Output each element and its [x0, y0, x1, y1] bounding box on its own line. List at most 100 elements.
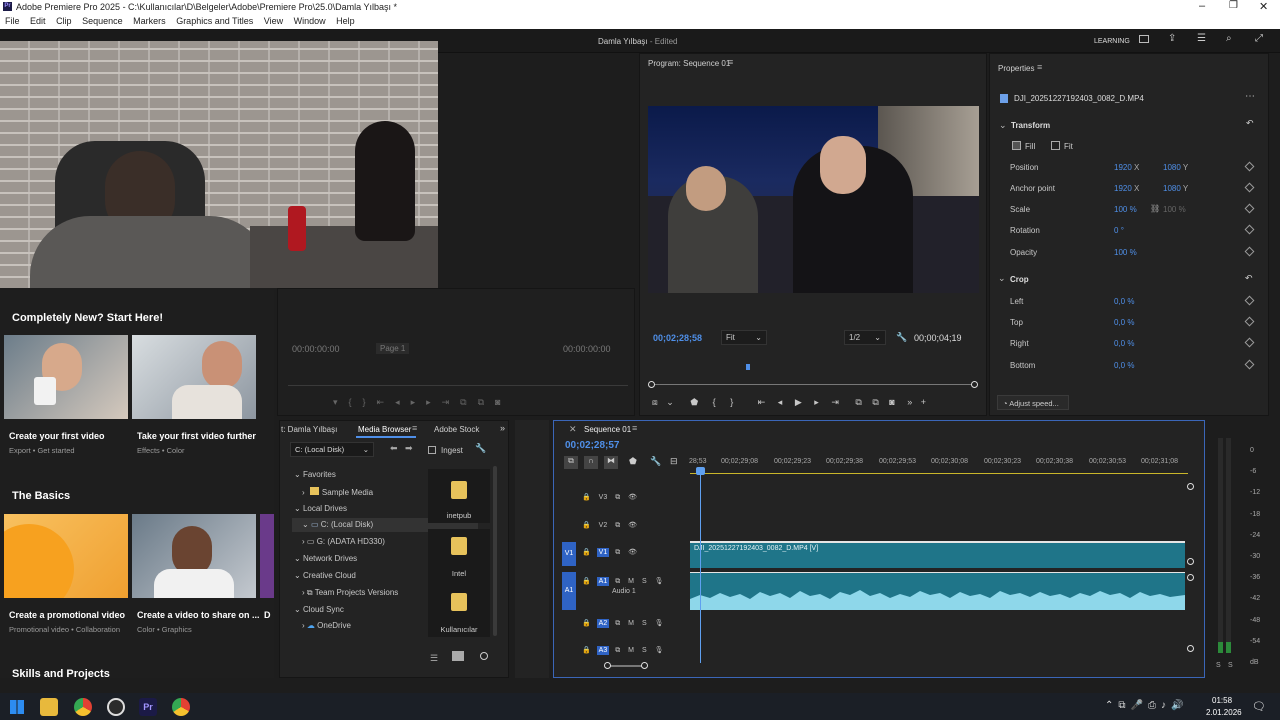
premiere-taskbar-icon[interactable]: Pr	[139, 698, 157, 716]
properties-menu-icon[interactable]: ≡	[1037, 62, 1042, 72]
close-tab-icon[interactable]: ✕	[569, 424, 577, 435]
folder-inetpub[interactable]: inetpub	[428, 469, 490, 523]
forward-icon[interactable]: ➡	[405, 443, 413, 454]
menu-graphics[interactable]: Graphics and Titles	[176, 16, 253, 26]
program-timecode[interactable]: 00;02;28;58	[653, 333, 702, 343]
quality-dropdown[interactable]: 1/2 ⌄	[844, 330, 886, 345]
eye-icon[interactable]: 👁	[628, 494, 637, 501]
crop-bottom-value[interactable]: 0,0 %	[1114, 361, 1134, 370]
step-forward-icon[interactable]: ▸	[814, 397, 819, 407]
source-scrubber[interactable]	[288, 385, 628, 386]
nest-icon[interactable]: ⧉	[564, 456, 578, 469]
add-marker-icon[interactable]: ⬟	[690, 397, 698, 407]
menu-markers[interactable]: Markers	[133, 16, 166, 26]
captions-icon[interactable]: ⊟	[670, 456, 678, 467]
mute-button[interactable]: M	[628, 578, 634, 585]
add-button-icon[interactable]: +	[921, 397, 926, 407]
horizontal-zoom-bar[interactable]	[608, 665, 644, 667]
list-view-icon[interactable]: ☰	[430, 653, 438, 664]
keyframe-icon[interactable]	[1244, 316, 1255, 327]
rotation-value[interactable]: 0 °	[1114, 226, 1124, 235]
tree-item-team-projects[interactable]: › ⧉ Team Projects Versions	[302, 588, 398, 598]
track-target-a3[interactable]: A3	[596, 646, 610, 655]
workspace-learning[interactable]: LEARNING	[1094, 38, 1130, 45]
keyframe-icon[interactable]	[1244, 359, 1255, 370]
scrubber-start[interactable]	[648, 381, 655, 388]
file-explorer-icon[interactable]	[40, 698, 58, 716]
card-title-partial[interactable]: D	[264, 610, 271, 620]
go-to-out-icon[interactable]: ⇥	[831, 397, 839, 407]
adjust-speed-button[interactable]: ◔ Adjust speed...	[997, 395, 1069, 410]
settings-chevron-icon[interactable]: ⌄	[666, 397, 674, 407]
program-header[interactable]: Program: Sequence 01	[648, 59, 730, 68]
folder-kullanicilar[interactable]: Kullanıcılar	[428, 583, 490, 637]
scrubber-end[interactable]	[971, 381, 978, 388]
clip-more-icon[interactable]: ⋯	[1245, 91, 1255, 102]
card-title-promo[interactable]: Create a promotional video	[9, 610, 125, 620]
menu-file[interactable]: File	[5, 16, 20, 26]
fit-icon[interactable]	[1051, 141, 1060, 150]
menu-clip[interactable]: Clip	[56, 16, 72, 26]
obs-icon[interactable]	[107, 698, 125, 716]
mark-out-icon[interactable]: }	[730, 397, 733, 407]
mark-in-icon[interactable]: {	[713, 397, 716, 407]
step-back-icon[interactable]: ◂	[778, 397, 783, 407]
track-target-a2[interactable]: A2	[596, 619, 610, 628]
solo-button[interactable]: S	[642, 620, 647, 627]
zoom-handle-right[interactable]	[641, 662, 648, 669]
lock-icon[interactable]: 🔒	[582, 522, 591, 529]
position-x[interactable]: 1920 X	[1114, 163, 1139, 172]
lock-icon[interactable]: 🔒	[582, 549, 591, 556]
card-thumb-promo[interactable]	[4, 514, 128, 598]
linked-selection-icon[interactable]: ⧓	[604, 456, 618, 469]
chrome-2-icon[interactable]	[172, 698, 190, 716]
keyframe-icon[interactable]	[1244, 246, 1255, 257]
zoom-slider-handle[interactable]	[480, 652, 488, 660]
go-to-in-icon[interactable]: ⇤	[758, 397, 766, 407]
sequence-menu-icon[interactable]: ≡	[632, 423, 637, 433]
tab-menu-icon[interactable]: ≡	[412, 423, 417, 433]
card-thumb-further[interactable]	[132, 335, 256, 419]
source-patch-a1[interactable]: A1	[562, 572, 576, 610]
tree-item-creative-cloud[interactable]: ⌄ Creative Cloud	[294, 571, 356, 580]
windows-start-icon[interactable]	[10, 700, 24, 714]
reset-crop-icon[interactable]: ↶	[1245, 273, 1253, 284]
program-scrubber[interactable]	[652, 384, 976, 385]
video-clip[interactable]: DJI_20251227192403_0082_D.MP4 [V]	[690, 541, 1185, 568]
sync-icon[interactable]: ⧉	[615, 578, 620, 585]
solo-button[interactable]: S	[642, 647, 647, 654]
sync-icon[interactable]: ⧉	[615, 620, 620, 627]
anchor-x[interactable]: 1920 X	[1114, 184, 1139, 193]
tray-icons[interactable]: ⌃⧉🎤⎙♪🔊	[1105, 700, 1188, 711]
menu-sequence[interactable]: Sequence	[82, 16, 123, 26]
timeline-ruler[interactable]: 28;53 00;02;29;08 00;02;29;23 00;02;29;3…	[689, 458, 1189, 472]
solo-left-button[interactable]: S	[1216, 662, 1221, 669]
solo-button[interactable]: S	[642, 578, 647, 585]
add-marker-icon[interactable]: ⬟	[629, 456, 637, 467]
track-target-v1[interactable]: V1	[596, 548, 610, 557]
timeline-timecode[interactable]: 00;02;28;57	[565, 440, 619, 451]
fit-dropdown[interactable]: Fit ⌄	[721, 330, 767, 345]
keyframe-icon[interactable]	[1244, 161, 1255, 172]
wrench-icon[interactable]: 🔧	[896, 332, 907, 343]
location-dropdown[interactable]: C: (Local Disk) ⌄	[290, 442, 374, 457]
menu-edit[interactable]: Edit	[30, 16, 46, 26]
scale-value[interactable]: 100 %	[1114, 205, 1137, 214]
card-title-first-video[interactable]: Create your first video	[9, 431, 105, 441]
timeline-settings-icon[interactable]: 🔧	[650, 456, 661, 467]
playhead[interactable]	[700, 469, 701, 663]
page-select[interactable]: Page 1	[376, 343, 410, 354]
camera-icon[interactable]: ◙	[889, 397, 894, 407]
track-end-handle[interactable]	[1187, 483, 1194, 490]
menu-window[interactable]: Window	[294, 16, 326, 26]
tab-adobe-stock[interactable]: Adobe Stock	[434, 425, 479, 434]
more-icon[interactable]: »	[907, 397, 912, 407]
lock-icon[interactable]: 🔒	[582, 620, 591, 627]
tree-item-cloud-sync[interactable]: ⌄ Cloud Sync	[294, 605, 344, 614]
lift-icon[interactable]: ⧉	[855, 397, 861, 407]
sync-icon[interactable]: ⧉	[615, 647, 620, 654]
sync-icon[interactable]: ⧉	[615, 522, 620, 529]
program-menu-icon[interactable]: ≡	[728, 57, 733, 67]
snap-icon[interactable]: ∩	[584, 456, 598, 469]
fit-label-prop[interactable]: Fit	[1064, 142, 1073, 151]
